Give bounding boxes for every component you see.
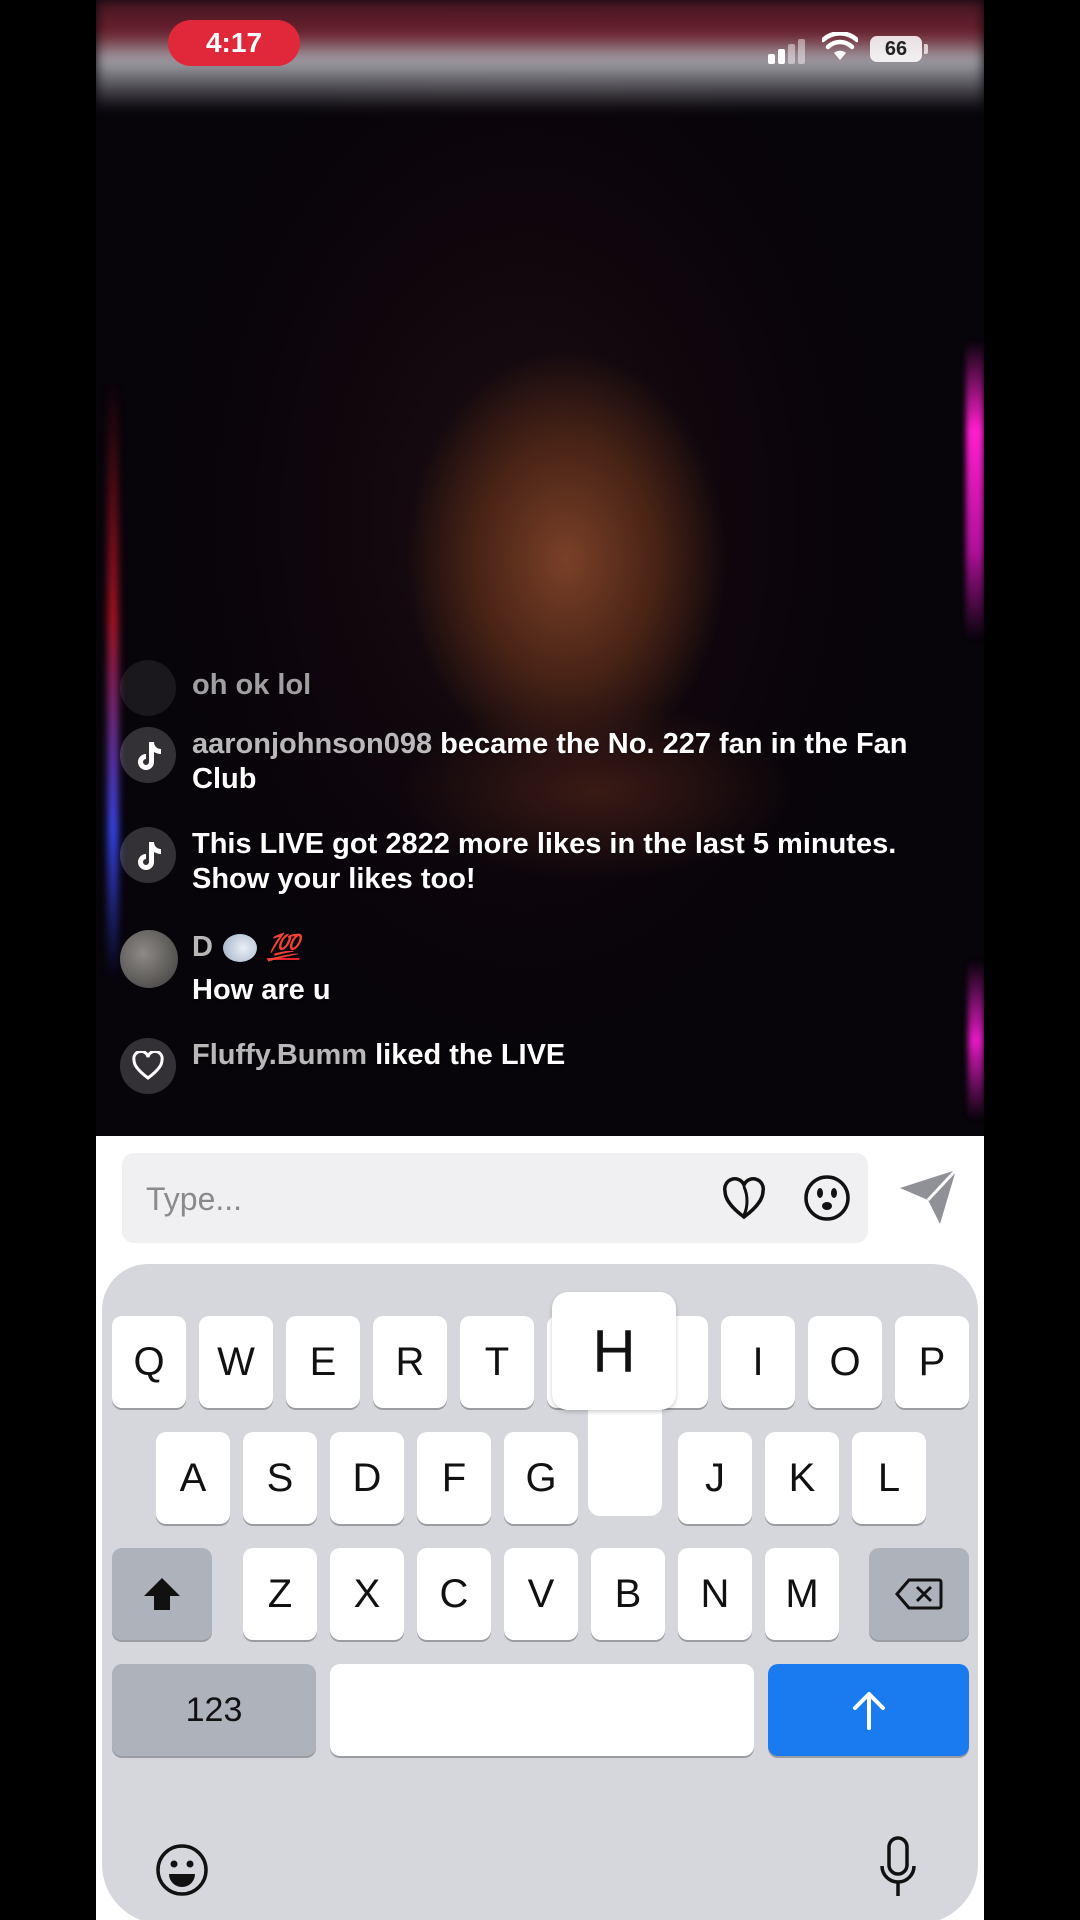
key[interactable]: R	[373, 1316, 447, 1408]
shift-key[interactable]	[112, 1548, 212, 1640]
battery-tip	[924, 44, 928, 54]
chat-text: This LIVE got 2822 more likes in the las…	[192, 828, 897, 895]
key[interactable]: T	[460, 1316, 534, 1408]
input-placeholder: Type...	[146, 1181, 243, 1217]
key[interactable]: L	[852, 1432, 926, 1524]
chat-text: D 💯 How are u	[192, 930, 932, 1008]
key-popup-stem	[588, 1404, 662, 1516]
key[interactable]: M	[765, 1548, 839, 1640]
key[interactable]: J	[678, 1432, 752, 1524]
video-decor	[968, 960, 984, 1120]
wifi-icon	[822, 32, 858, 60]
status-time: 4:17	[168, 20, 300, 66]
key[interactable]: O	[808, 1316, 882, 1408]
key[interactable]: V	[504, 1548, 578, 1640]
tiktok-icon	[120, 827, 176, 883]
key[interactable]: A	[156, 1432, 230, 1524]
status-bar: 4:17 66	[96, 0, 984, 90]
numbers-key[interactable]: 123	[112, 1664, 316, 1756]
return-key[interactable]	[768, 1664, 969, 1756]
chat-username[interactable]: Fluffy.Bumm	[192, 1039, 367, 1071]
comment-input[interactable]: Type...	[122, 1153, 868, 1243]
chat-text: aaronjohnson098 became the No. 227 fan i…	[192, 727, 932, 797]
key[interactable]: W	[199, 1316, 273, 1408]
dash-emoji-icon	[222, 933, 257, 962]
live-video[interactable]: 4:17 66 oh ok lol aaronjohnson098 became…	[96, 0, 984, 1136]
chat-text: oh ok lol	[192, 669, 312, 701]
chat-body: liked the LIVE	[367, 1039, 566, 1071]
chat-username[interactable]: D	[192, 930, 213, 965]
shift-icon	[144, 1578, 180, 1610]
backspace-icon	[895, 1578, 943, 1610]
chat-username[interactable]: aaronjohnson098	[192, 728, 432, 760]
video-decor	[108, 380, 118, 980]
key[interactable]: Q	[112, 1316, 186, 1408]
keyboard: Q W E R T I O P A S D F G J K L H Z X C …	[102, 1264, 978, 1920]
return-arrow-icon	[852, 1692, 885, 1730]
key[interactable]: I	[721, 1316, 795, 1408]
key[interactable]: P	[895, 1316, 969, 1408]
key[interactable]: C	[417, 1548, 491, 1640]
key[interactable]: G	[504, 1432, 578, 1524]
key[interactable]: D	[330, 1432, 404, 1524]
send-icon[interactable]	[896, 1166, 960, 1226]
heart-icon[interactable]	[720, 1175, 768, 1223]
avatar	[120, 660, 176, 716]
hundred-emoji-icon: 💯	[266, 932, 300, 962]
battery-indicator: 66	[870, 36, 922, 62]
comment-panel: Type... Q W E R T I O P A S D F G J K L …	[96, 1136, 984, 1920]
video-decor	[966, 340, 984, 640]
key[interactable]: F	[417, 1432, 491, 1524]
space-key[interactable]	[330, 1664, 754, 1756]
heart-icon	[120, 1038, 176, 1094]
microphone-icon[interactable]	[878, 1836, 918, 1900]
key[interactable]: E	[286, 1316, 360, 1408]
key[interactable]: B	[591, 1548, 665, 1640]
key[interactable]: K	[765, 1432, 839, 1524]
key-popup: H	[552, 1292, 676, 1410]
key[interactable]: Z	[243, 1548, 317, 1640]
key[interactable]: S	[243, 1432, 317, 1524]
cellular-signal-icon	[768, 38, 812, 64]
tiktok-icon	[120, 727, 176, 783]
backspace-key[interactable]	[869, 1548, 969, 1640]
key[interactable]: X	[330, 1548, 404, 1640]
phone-screen: 4:17 66 oh ok lol aaronjohnson098 became…	[96, 0, 984, 1920]
avatar[interactable]	[120, 930, 178, 988]
key[interactable]: N	[678, 1548, 752, 1640]
chat-body: How are u	[192, 974, 331, 1006]
emoji-icon[interactable]	[154, 1842, 210, 1898]
emoji-icon[interactable]	[802, 1173, 852, 1223]
chat-text: Fluffy.Bumm liked the LIVE	[192, 1038, 932, 1073]
